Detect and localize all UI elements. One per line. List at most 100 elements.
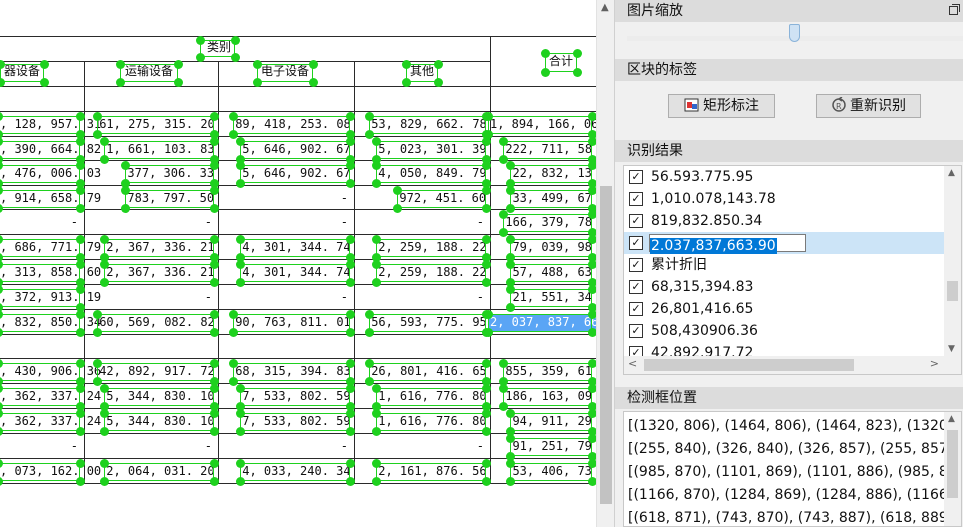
table-cell: , 362, 337. 24: [0, 414, 102, 428]
scroll-left-icon[interactable]: <: [628, 357, 637, 370]
result-item[interactable]: ✓ 26,801,416.65: [624, 298, 953, 320]
viewer-vertical-scrollbar[interactable]: ▲: [596, 0, 614, 527]
recognize-button[interactable]: R 重新识别: [816, 94, 921, 118]
result-text: 累计折旧: [651, 257, 707, 273]
scrollbar-thumb[interactable]: [600, 186, 612, 504]
result-checkbox[interactable]: ✓: [629, 302, 643, 316]
scroll-right-icon[interactable]: >: [930, 357, 939, 370]
table-cell: , 313, 858. 60: [0, 265, 102, 279]
recognize-button-text: 重新识别: [850, 98, 906, 114]
rect-label-button[interactable]: 矩形标注: [668, 94, 775, 118]
category-header: 类别: [206, 40, 231, 54]
result-checkbox[interactable]: ✓: [629, 236, 643, 250]
results-list[interactable]: ✓ 56.593.775.95 ✓ 1,010.078,143.78 ✓ 819,832.…: [623, 165, 962, 375]
table-cell: -: [204, 439, 212, 453]
result-item[interactable]: ✓ 68,315,394.83: [624, 276, 953, 298]
table-cell: 90, 763, 811. 01: [235, 315, 351, 329]
column-header: 其他: [409, 64, 434, 78]
label-panel-title: 区块的标签: [615, 59, 963, 81]
table-cell: 68, 315, 394. 83: [235, 364, 351, 378]
table-cell: 91, 251, 79: [512, 439, 592, 453]
result-text: 56.593.775.95: [651, 169, 754, 185]
table-cell: 2, 161, 876. 56: [378, 464, 487, 478]
zoom-slider-thumb[interactable]: [789, 24, 800, 42]
scrollbar-thumb[interactable]: [947, 281, 958, 301]
table-cell: 972, 451. 60: [399, 191, 487, 205]
result-checkbox[interactable]: ✓: [629, 258, 643, 272]
result-item[interactable]: ✓ 56.593.775.95: [624, 166, 953, 188]
scroll-up-icon[interactable]: ▲: [948, 414, 955, 424]
right-panel: 图片缩放 区块的标签 矩形标注 R 重新识别 识别结果 ✓ 56.593.775.…: [614, 0, 963, 527]
result-item[interactable]: ✓ 累计折旧: [624, 254, 953, 276]
position-line: [(985, 870), (1101, 869), (1101, 886), (…: [628, 464, 957, 480]
result-text: 508,430906.36: [651, 323, 758, 339]
table-cell: 7, 533, 802. 59: [242, 414, 351, 428]
table-cell: 4, 050, 849. 79: [378, 166, 487, 180]
result-item[interactable]: ✓ 508,430906.36: [624, 320, 953, 342]
table-cell: 1, 616, 776. 80: [378, 414, 487, 428]
table-cell: , 073, 162. 00: [0, 464, 102, 478]
scroll-up-icon[interactable]: ▲: [948, 168, 955, 178]
results-horizontal-scrollbar[interactable]: < >: [624, 356, 961, 374]
refresh-icon: R: [831, 96, 847, 113]
svg-text:R: R: [836, 102, 842, 111]
result-checkbox[interactable]: ✓: [629, 280, 643, 294]
image-viewer[interactable]: 类别 合计 器设备 运输设备 电子设备 其他 , 128, 957. 31 61, 275, …: [0, 0, 596, 527]
table-cell: 5, 646, 902. 67: [242, 142, 351, 156]
zoom-panel-title: 图片缩放: [615, 0, 963, 22]
table-cell: , 362, 337. 24: [0, 389, 102, 403]
table-cell: 33, 499, 67: [512, 191, 592, 205]
total-header: 合计: [548, 54, 573, 68]
table-cell: -: [204, 215, 212, 229]
column-header: 电子设备: [260, 64, 309, 78]
scroll-up-icon[interactable]: ▲: [601, 2, 609, 13]
restore-window-icon[interactable]: [949, 4, 960, 15]
table-cell: 783, 797. 50: [127, 191, 215, 205]
result-edit-field[interactable]: 2.037,837,663.90: [649, 234, 806, 254]
table-cell: , 832, 850. 34: [0, 315, 102, 329]
table-cell: , 686, 771. 79: [0, 240, 102, 254]
table-cell: -: [70, 215, 78, 229]
table-cell: 855, 359, 61: [505, 364, 593, 378]
table-cell: 56, 593, 775. 95: [371, 315, 487, 329]
table-cell: -: [476, 215, 484, 229]
table-cell: 222, 711, 58: [505, 142, 593, 156]
result-checkbox[interactable]: ✓: [629, 170, 643, 184]
table-cell: 4, 301, 344. 74: [242, 265, 351, 279]
table-cell: 5, 344, 830. 10: [106, 389, 215, 403]
table-image: [0, 36, 596, 484]
result-item[interactable]: ✓ 2.037,837,663.90: [624, 232, 953, 254]
table-cell: -: [340, 191, 348, 205]
column-header: 器设备: [3, 64, 40, 78]
result-checkbox[interactable]: ✓: [629, 192, 643, 206]
result-item[interactable]: ✓ 1,010.078,143.78: [624, 188, 953, 210]
table-cell: 60, 569, 082. 82: [99, 315, 215, 329]
table-cell: 53, 829, 662. 78: [371, 117, 487, 131]
table-cell: 2, 367, 336. 21: [106, 240, 215, 254]
positions-vertical-scrollbar[interactable]: ▲: [944, 412, 961, 526]
result-checkbox[interactable]: ✓: [629, 214, 643, 228]
table-cell: 2, 367, 336. 21: [106, 265, 215, 279]
result-text: 2.037,837,663.90: [650, 238, 777, 254]
table-cell: 1, 661, 103. 83: [106, 142, 215, 156]
zoom-panel-title-text: 图片缩放: [627, 3, 683, 19]
table-cell: , 372, 913. 19: [0, 290, 102, 304]
table-cell: 166, 379, 78: [505, 215, 593, 229]
scroll-down-icon[interactable]: ▼: [948, 344, 955, 354]
scrollbar-thumb[interactable]: [947, 430, 958, 498]
table-cell: 2, 259, 188. 22: [378, 265, 487, 279]
result-item[interactable]: ✓ 819,832.850.34: [624, 210, 953, 232]
results-vertical-scrollbar[interactable]: ▲ ▼: [944, 166, 961, 356]
table-cell: 79, 039, 98: [512, 240, 592, 254]
positions-text-area[interactable]: [(1320, 806), (1464, 806), (1464, 823), …: [623, 411, 962, 527]
rect-label-icon: [684, 97, 700, 113]
result-checkbox[interactable]: ✓: [629, 324, 643, 338]
position-line: [(618, 871), (743, 870), (743, 887), (61…: [628, 510, 959, 526]
table-cell: , 430, 906. 36: [0, 364, 102, 378]
table-cell: 22, 832, 13: [512, 166, 592, 180]
table-cell: , 914, 658. 79: [0, 191, 102, 205]
column-header: 运输设备: [124, 64, 173, 78]
scrollbar-thumb[interactable]: [644, 359, 854, 371]
table-cell: 26, 801, 416. 65: [371, 364, 487, 378]
table-cell: 186, 163, 09: [505, 389, 593, 403]
